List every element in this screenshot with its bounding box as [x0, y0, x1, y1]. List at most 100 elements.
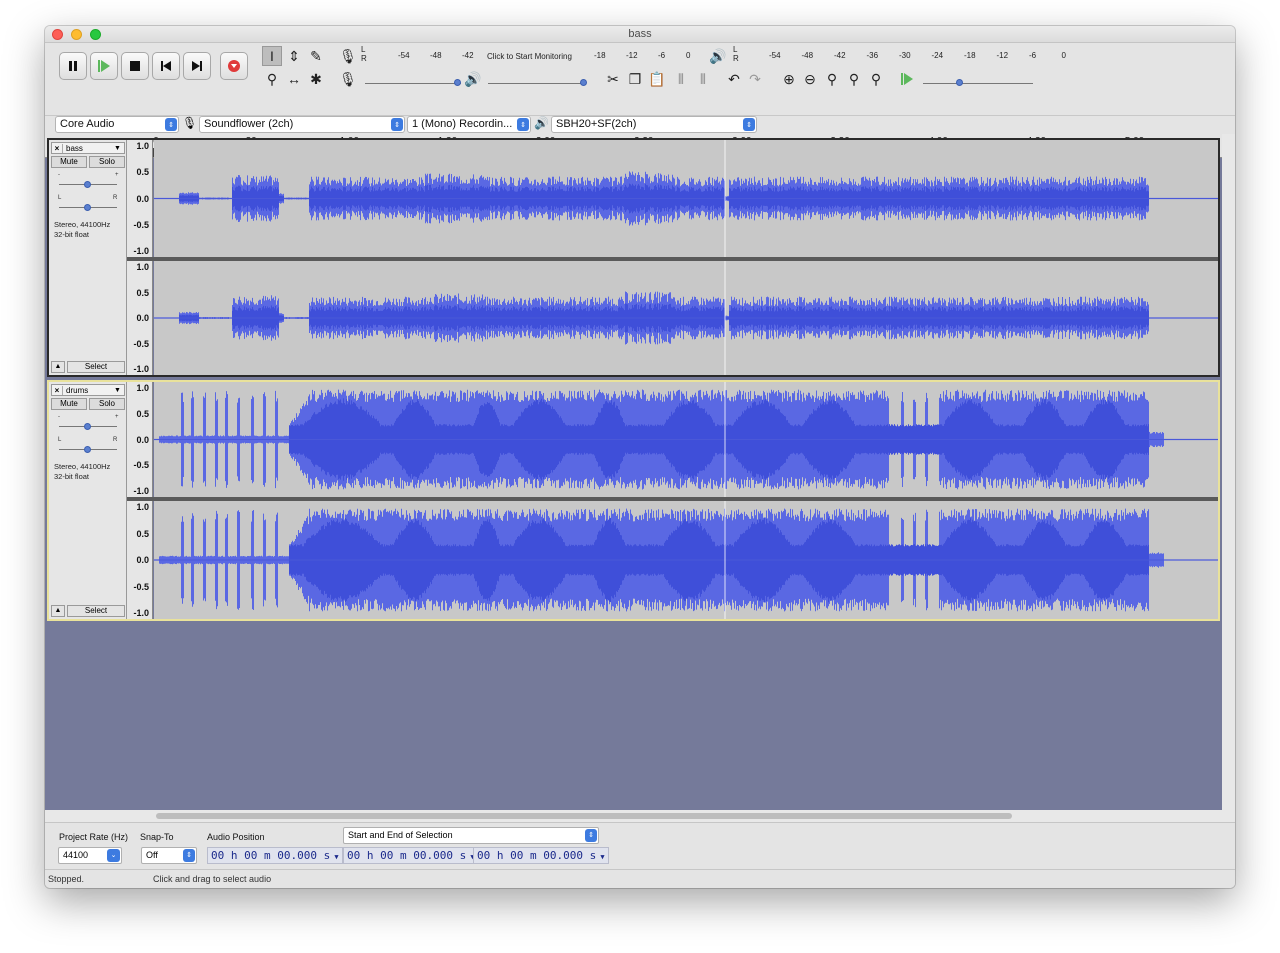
audacity-window: bass I ⇕ ✎ ⚲ ↔ ✱ 🎙 L R -54 -48 -42 -18 -…	[45, 26, 1235, 888]
pan-knob[interactable]	[84, 204, 91, 211]
start-monitoring-prompt[interactable]: Click to Start Monitoring	[487, 52, 572, 61]
collapse-track-button[interactable]: ▲	[51, 605, 65, 617]
redo-button[interactable]: ↷	[745, 69, 765, 89]
pan-l-label: L	[58, 437, 62, 443]
solo-button[interactable]: Solo	[89, 398, 125, 410]
amplitude-label: 1.0	[136, 383, 149, 393]
play-at-speed-icon	[901, 73, 913, 85]
triangle-down-icon: ▼	[114, 144, 121, 152]
amplitude-label: 0.0	[136, 193, 149, 204]
envelope-tool[interactable]: ⇕	[284, 46, 304, 66]
zoom-toggle-button[interactable]: ⚲	[866, 69, 886, 89]
paste-button[interactable]: 📋	[647, 69, 667, 89]
play-at-speed-button[interactable]	[897, 69, 917, 89]
play-button[interactable]	[90, 52, 118, 80]
silence-button[interactable]: ⦀	[693, 69, 713, 89]
track-name-menu[interactable]: × drums ▼	[51, 384, 125, 396]
pan-knob[interactable]	[84, 446, 91, 453]
selection-tool[interactable]: I	[262, 46, 282, 66]
zoom-out-icon: ⊖	[804, 70, 816, 87]
zoom-in-button[interactable]: ⊕	[779, 69, 799, 89]
time-shift-tool[interactable]: ↔	[284, 69, 304, 89]
paste-icon: 📋	[648, 70, 666, 87]
project-rate-select[interactable]: 44100 ⌄	[58, 847, 122, 864]
select-track-button[interactable]: Select	[67, 361, 125, 373]
amplitude-label: 0.0	[136, 555, 149, 565]
chevron-down-icon: ⌄	[107, 849, 120, 862]
undo-button[interactable]: ↶	[724, 69, 744, 89]
gain-minus-label: -	[58, 172, 60, 178]
fit-project-button[interactable]: ⚲	[844, 69, 864, 89]
track-control-panel: × drums ▼ Mute Solo - + L R Stereo, 4410…	[49, 382, 127, 619]
track-bass[interactable]: × bass ▼ Mute Solo - + L R Stereo, 44100…	[47, 138, 1220, 377]
record-volume-knob[interactable]	[454, 79, 461, 86]
playback-device-select[interactable]: SBH20+SF(2ch) ⇕	[551, 116, 757, 133]
zoom-tool[interactable]: ⚲	[262, 69, 282, 89]
solo-button[interactable]: Solo	[89, 156, 125, 168]
selection-start-field[interactable]: 00 h 00 m 00.000 s ▼	[343, 847, 479, 864]
amplitude-label: 1.0	[136, 262, 149, 272]
zoom-out-button[interactable]: ⊖	[800, 69, 820, 89]
meter-scale-label: -42	[462, 51, 474, 60]
mute-button[interactable]: Mute	[51, 398, 87, 410]
collapse-track-button[interactable]: ▲	[51, 361, 65, 373]
mute-button[interactable]: Mute	[51, 156, 87, 168]
audio-position-field[interactable]: 00 h 00 m 00.000 s ▼	[207, 847, 343, 864]
play-meter-button[interactable]: 🔊	[708, 46, 728, 66]
meter-scale-label: -6	[1029, 51, 1037, 60]
select-track-button[interactable]: Select	[67, 605, 125, 617]
gain-knob[interactable]	[84, 423, 91, 430]
stop-icon	[130, 61, 140, 71]
skip-to-start-button[interactable]	[152, 52, 180, 80]
toolbar-area: I ⇕ ✎ ⚲ ↔ ✱ 🎙 L R -54 -48 -42 -18 -12 -6 0 Cli…	[45, 43, 1235, 116]
fit-selection-button[interactable]: ⚲	[822, 69, 842, 89]
left-channel-waveform[interactable]	[154, 140, 1218, 257]
track-name-menu[interactable]: × bass ▼	[51, 142, 125, 154]
draw-tool[interactable]: ✎	[306, 46, 326, 66]
close-icon[interactable]: ×	[52, 385, 63, 395]
zoom-toggle-icon: ⚲	[870, 70, 882, 87]
cut-button[interactable]: ✂	[603, 69, 623, 89]
record-button[interactable]	[220, 52, 248, 80]
audio-position-value: 00 h 00 m 00.000 s	[211, 849, 331, 862]
selection-end-field[interactable]: 00 h 00 m 00.000 s ▼	[473, 847, 609, 864]
pause-button[interactable]	[59, 52, 87, 80]
left-channel-waveform[interactable]	[154, 382, 1218, 497]
record-meter-button[interactable]: 🎙	[338, 46, 358, 66]
skip-to-end-button[interactable]	[183, 52, 211, 80]
horizontal-scroll-thumb[interactable]	[156, 813, 1012, 819]
recording-channels-select[interactable]: 1 (Mono) Recordin... ⇕	[407, 116, 531, 133]
snap-to-select[interactable]: Off ⇕	[141, 847, 197, 864]
copy-button[interactable]: ❐	[625, 69, 645, 89]
play-meter[interactable]: -54 -48 -42 -36 -30 -24 -18 -12 -6 0	[741, 49, 1071, 63]
project-rate-label: Project Rate (Hz)	[59, 832, 129, 842]
audio-host-select[interactable]: Core Audio ⇕	[55, 116, 179, 133]
record-volume-slider[interactable]	[365, 83, 461, 84]
project-rate-value: 44100	[63, 850, 89, 860]
right-channel-waveform[interactable]	[154, 501, 1218, 619]
amplitude-label: -1.0	[133, 608, 149, 618]
play-speed-knob[interactable]	[956, 79, 963, 86]
gain-knob[interactable]	[84, 181, 91, 188]
close-icon[interactable]: ×	[52, 143, 63, 153]
stop-button[interactable]	[121, 52, 149, 80]
playback-volume-knob[interactable]	[580, 79, 587, 86]
play-icon	[98, 60, 110, 72]
fit-project-icon: ⚲	[848, 70, 860, 87]
track-control-panel: × bass ▼ Mute Solo - + L R Stereo, 44100…	[49, 140, 127, 375]
track-drums[interactable]: × drums ▼ Mute Solo - + L R Stereo, 4410…	[47, 380, 1220, 621]
vertical-scrollbar[interactable]	[1222, 134, 1235, 822]
multi-tool[interactable]: ✱	[306, 69, 326, 89]
trim-button[interactable]: ⦀	[671, 69, 691, 89]
horizontal-scrollbar[interactable]	[45, 810, 1222, 822]
zoom-in-icon: ⊕	[783, 70, 795, 87]
selection-mode-select[interactable]: Start and End of Selection ⇕	[343, 827, 599, 844]
meter-scale-label: -48	[801, 51, 814, 60]
track-name: drums	[66, 385, 89, 395]
play-speed-slider[interactable]	[923, 83, 1033, 84]
recording-device-select[interactable]: Soundflower (2ch) ⇕	[199, 116, 405, 133]
meter-r-label: R	[361, 54, 367, 63]
playback-volume-slider[interactable]	[488, 83, 586, 84]
right-channel-waveform[interactable]	[154, 261, 1218, 375]
track-bit-depth: 32-bit float	[54, 472, 90, 481]
